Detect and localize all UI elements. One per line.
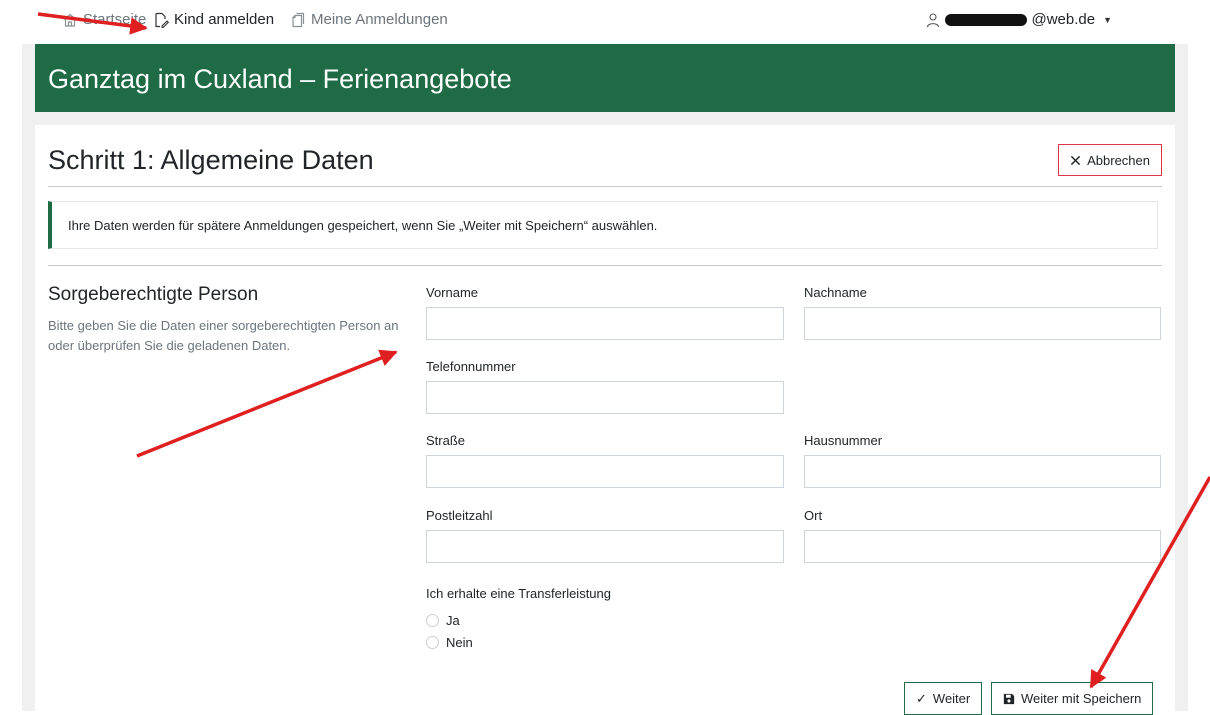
save-icon — [1003, 693, 1015, 704]
radio-no-label: Nein — [446, 635, 473, 650]
strasse-input[interactable] — [426, 455, 784, 488]
chevron-down-icon: ▼ — [1103, 14, 1112, 25]
strasse-label: Straße — [426, 433, 466, 448]
home-icon — [63, 13, 77, 27]
close-icon — [1070, 155, 1081, 165]
nav-home-link[interactable]: Startseite — [62, 11, 146, 28]
plz-label: Postleitzahl — [426, 508, 493, 523]
step-title: Schritt 1: Allgemeine Daten — [48, 145, 374, 175]
user-icon — [927, 12, 940, 27]
top-navigation: Startseite Kind anmelden Meine Anmeldung… — [0, 0, 1210, 42]
radio-no[interactable] — [426, 636, 439, 649]
redacted-email-bar — [945, 13, 1028, 26]
radio-option-yes[interactable]: Ja — [426, 613, 460, 628]
title-divider — [48, 186, 1162, 187]
radio-yes[interactable] — [426, 614, 439, 627]
nav-register-child-label: Kind anmelden — [174, 11, 275, 28]
plz-input[interactable] — [426, 530, 784, 563]
section-divider — [48, 265, 1162, 266]
page-header: Ganztag im Cuxland – Ferienangebote — [35, 44, 1175, 112]
form-card: Schritt 1: Allgemeine Daten Abbrechen Ih… — [35, 125, 1175, 715]
nachname-input[interactable] — [804, 307, 1161, 340]
save-and-next-button[interactable]: Weiter mit Speichern — [991, 682, 1154, 715]
pencil-document-icon — [155, 12, 169, 28]
transfer-label: Ich erhalte eine Transferleistung — [426, 586, 611, 601]
radio-yes-label: Ja — [446, 613, 460, 628]
nav-home-label: Startseite — [83, 11, 147, 28]
save-and-next-label: Weiter mit Speichern — [1021, 691, 1142, 706]
page-title: Ganztag im Cuxland – Ferienangebote — [48, 64, 512, 94]
telefon-input[interactable] — [426, 381, 784, 414]
vorname-label: Vorname — [426, 285, 479, 300]
info-alert: Ihre Daten werden für spätere Anmeldunge… — [48, 201, 1158, 249]
telefon-label: Telefonnummer — [426, 359, 516, 374]
vorname-input[interactable] — [426, 307, 784, 340]
hausnummer-label: Hausnummer — [804, 433, 883, 448]
cancel-button-label: Abbrechen — [1087, 152, 1150, 168]
radio-option-no[interactable]: Nein — [426, 635, 473, 650]
nav-register-child-link[interactable]: Kind anmelden — [153, 11, 274, 28]
copy-icon — [292, 12, 305, 27]
hausnummer-input[interactable] — [804, 455, 1161, 488]
user-email-suffix: @web.de — [1031, 11, 1096, 28]
next-button-label: Weiter — [932, 691, 971, 706]
user-menu[interactable]: @web.de ▼ — [925, 11, 1112, 28]
ort-input[interactable] — [804, 530, 1161, 563]
nav-my-registrations-link[interactable]: Meine Anmeldungen — [290, 11, 448, 28]
ort-label: Ort — [804, 508, 823, 523]
nav-my-registrations-label: Meine Anmeldungen — [311, 11, 448, 28]
cancel-button[interactable]: Abbrechen — [1058, 144, 1162, 176]
section-description: Bitte geben Sie die Daten einer sorgeber… — [48, 318, 399, 353]
section-title: Sorgeberechtigte Person — [48, 284, 259, 305]
next-button[interactable]: ✓ Weiter — [904, 682, 983, 715]
nachname-label: Nachname — [804, 285, 867, 300]
checkmark-icon: ✓ — [916, 690, 927, 706]
